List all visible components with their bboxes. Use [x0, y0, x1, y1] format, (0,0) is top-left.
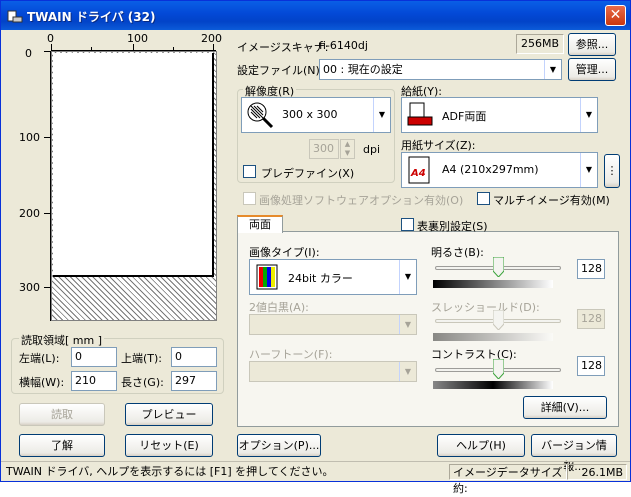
contrast-input[interactable]: 128: [577, 356, 605, 376]
ruler-label-v100: 100: [19, 131, 40, 144]
chevron-down-icon[interactable]: ▼: [399, 362, 416, 381]
tab-duplex-label: 両面: [249, 218, 271, 231]
binary-label: 2値白黒(A):: [249, 301, 309, 314]
front-back-checkbox[interactable]: [401, 218, 414, 231]
title-bar[interactable]: TWAIN ドライバ (32) ✕: [1, 1, 630, 30]
brightness-slider-thumb[interactable]: [493, 257, 504, 277]
left-ruler: 0 100 200 300: [15, 47, 51, 321]
resolution-select[interactable]: 300 x 300 ▼: [241, 97, 391, 133]
tab-duplex[interactable]: 両面: [237, 215, 283, 233]
contrast-slider-thumb[interactable]: [493, 359, 504, 379]
left-edge-input[interactable]: 0: [71, 347, 117, 367]
multi-image-checkbox[interactable]: [477, 192, 490, 205]
adf-icon: [407, 102, 433, 126]
data-size-value: 26.1MB: [567, 464, 627, 480]
scanner-icon: [7, 10, 23, 23]
length-input[interactable]: 297: [171, 371, 217, 391]
length-label: 長さ(G):: [121, 376, 164, 389]
resolution-spinner[interactable]: ▲ ▼: [340, 139, 355, 159]
top-edge-input[interactable]: 0: [171, 347, 217, 367]
image-option-label: 画像処理ソフトウェアオプション有効(O): [259, 194, 464, 207]
status-bar: TWAIN ドライバ, ヘルプを表示するには [F1] を押してください。 イメ…: [1, 461, 630, 495]
status-message: TWAIN ドライバ, ヘルプを表示するには [F1] を押してください。: [6, 465, 334, 478]
binary-select[interactable]: ▼: [249, 314, 417, 335]
help-button[interactable]: ヘルプ(H): [437, 434, 525, 457]
settings-file-select[interactable]: 00 : 現在の設定 ▼: [319, 59, 562, 80]
settings-file-value: 00 : 現在の設定: [323, 63, 403, 76]
twain-driver-window: TWAIN ドライバ (32) ✕ 0 100 200 0 100 200 30…: [0, 0, 631, 495]
ruler-label-100: 100: [127, 32, 148, 45]
detail-button[interactable]: 詳細(V)...: [523, 396, 607, 419]
chevron-down-icon[interactable]: ▼: [580, 153, 597, 187]
version-button[interactable]: バージョン情報...: [531, 434, 617, 473]
a4-paper-icon: A4: [408, 156, 430, 184]
svg-text:A4: A4: [410, 168, 426, 179]
threshold-gradient: [433, 333, 553, 341]
preview-button[interactable]: プレビュー: [125, 403, 213, 426]
chevron-down-icon[interactable]: ▼: [373, 98, 390, 132]
top-ruler: 0 100 200: [47, 32, 222, 52]
manage-button[interactable]: 管理...: [568, 58, 616, 81]
scanner-label: イメージスキャナ:: [237, 41, 329, 54]
width-label: 横幅(W):: [19, 376, 65, 389]
custom-resolution-input[interactable]: 300: [309, 139, 339, 159]
prefine-checkbox[interactable]: [243, 165, 256, 178]
paper-size-more-button[interactable]: ⋮: [604, 154, 620, 188]
paper-source-value: ADF両面: [442, 110, 487, 123]
brightness-gradient: [433, 280, 553, 288]
chevron-down-icon[interactable]: ▼: [580, 98, 597, 132]
image-type-select[interactable]: 24bit カラー ▼: [249, 259, 417, 295]
window-title: TWAIN ドライバ (32): [27, 10, 156, 24]
close-button[interactable]: ✕: [605, 5, 626, 26]
ruler-label-v0: 0: [25, 47, 32, 60]
multi-image-label: マルチイメージ有効(M): [493, 194, 610, 207]
brightness-input[interactable]: 128: [577, 259, 605, 279]
resolution-value: 300 x 300: [282, 108, 338, 121]
resolution-icon: [247, 102, 274, 129]
browse-button[interactable]: 参照...: [568, 33, 616, 56]
top-edge-label: 上端(T):: [121, 352, 163, 365]
scan-area-title: 読取領域[ mm ]: [19, 332, 105, 348]
prefine-label: プレデファイン(X): [261, 167, 355, 180]
ok-button[interactable]: 了解: [19, 434, 105, 457]
paper-size-value: A4 (210x297mm): [442, 163, 539, 176]
threshold-input[interactable]: 128: [577, 309, 605, 329]
scan-area-page[interactable]: [53, 53, 214, 277]
image-type-value: 24bit カラー: [288, 272, 353, 285]
ruler-label-v300: 300: [19, 281, 40, 294]
scan-button[interactable]: 読取: [19, 403, 105, 426]
ruler-label-200: 200: [201, 32, 222, 45]
halftone-select[interactable]: ▼: [249, 361, 417, 382]
settings-file-label: 設定ファイル(N):: [237, 64, 324, 77]
chevron-down-icon[interactable]: ▼: [544, 60, 561, 79]
preview-area[interactable]: [51, 51, 217, 321]
paper-size-label: 用紙サイズ(Z):: [401, 139, 476, 152]
data-size-label: イメージデータサイズ 約:: [449, 464, 567, 495]
color-image-icon: [256, 264, 278, 290]
chevron-down-icon[interactable]: ▼: [399, 260, 416, 294]
paper-source-select[interactable]: ADF両面 ▼: [401, 97, 598, 133]
contrast-gradient: [433, 381, 553, 389]
options-button[interactable]: オプション(P)...: [237, 434, 321, 457]
chevron-down-icon[interactable]: ▼: [399, 315, 416, 334]
front-back-label: 表裏別設定(S): [417, 220, 488, 233]
halftone-label: ハーフトーン(F):: [249, 348, 333, 361]
threshold-label: スレッショールド(D):: [431, 301, 540, 314]
ruler-label-v200: 200: [19, 207, 40, 220]
scanner-model: fi-6140dj: [319, 39, 368, 52]
reset-button[interactable]: リセット(E): [125, 434, 213, 457]
memory-display: 256MB: [516, 34, 564, 54]
width-input[interactable]: 210: [71, 371, 117, 391]
brightness-label: 明るさ(B):: [431, 246, 484, 259]
left-edge-label: 左端(L):: [19, 352, 60, 365]
image-type-label: 画像タイプ(I):: [249, 246, 320, 259]
image-option-checkbox[interactable]: [243, 192, 256, 205]
paper-size-select[interactable]: A4 A4 (210x297mm) ▼: [401, 152, 598, 188]
threshold-slider-thumb[interactable]: [493, 310, 504, 330]
dpi-unit: dpi: [363, 143, 381, 156]
